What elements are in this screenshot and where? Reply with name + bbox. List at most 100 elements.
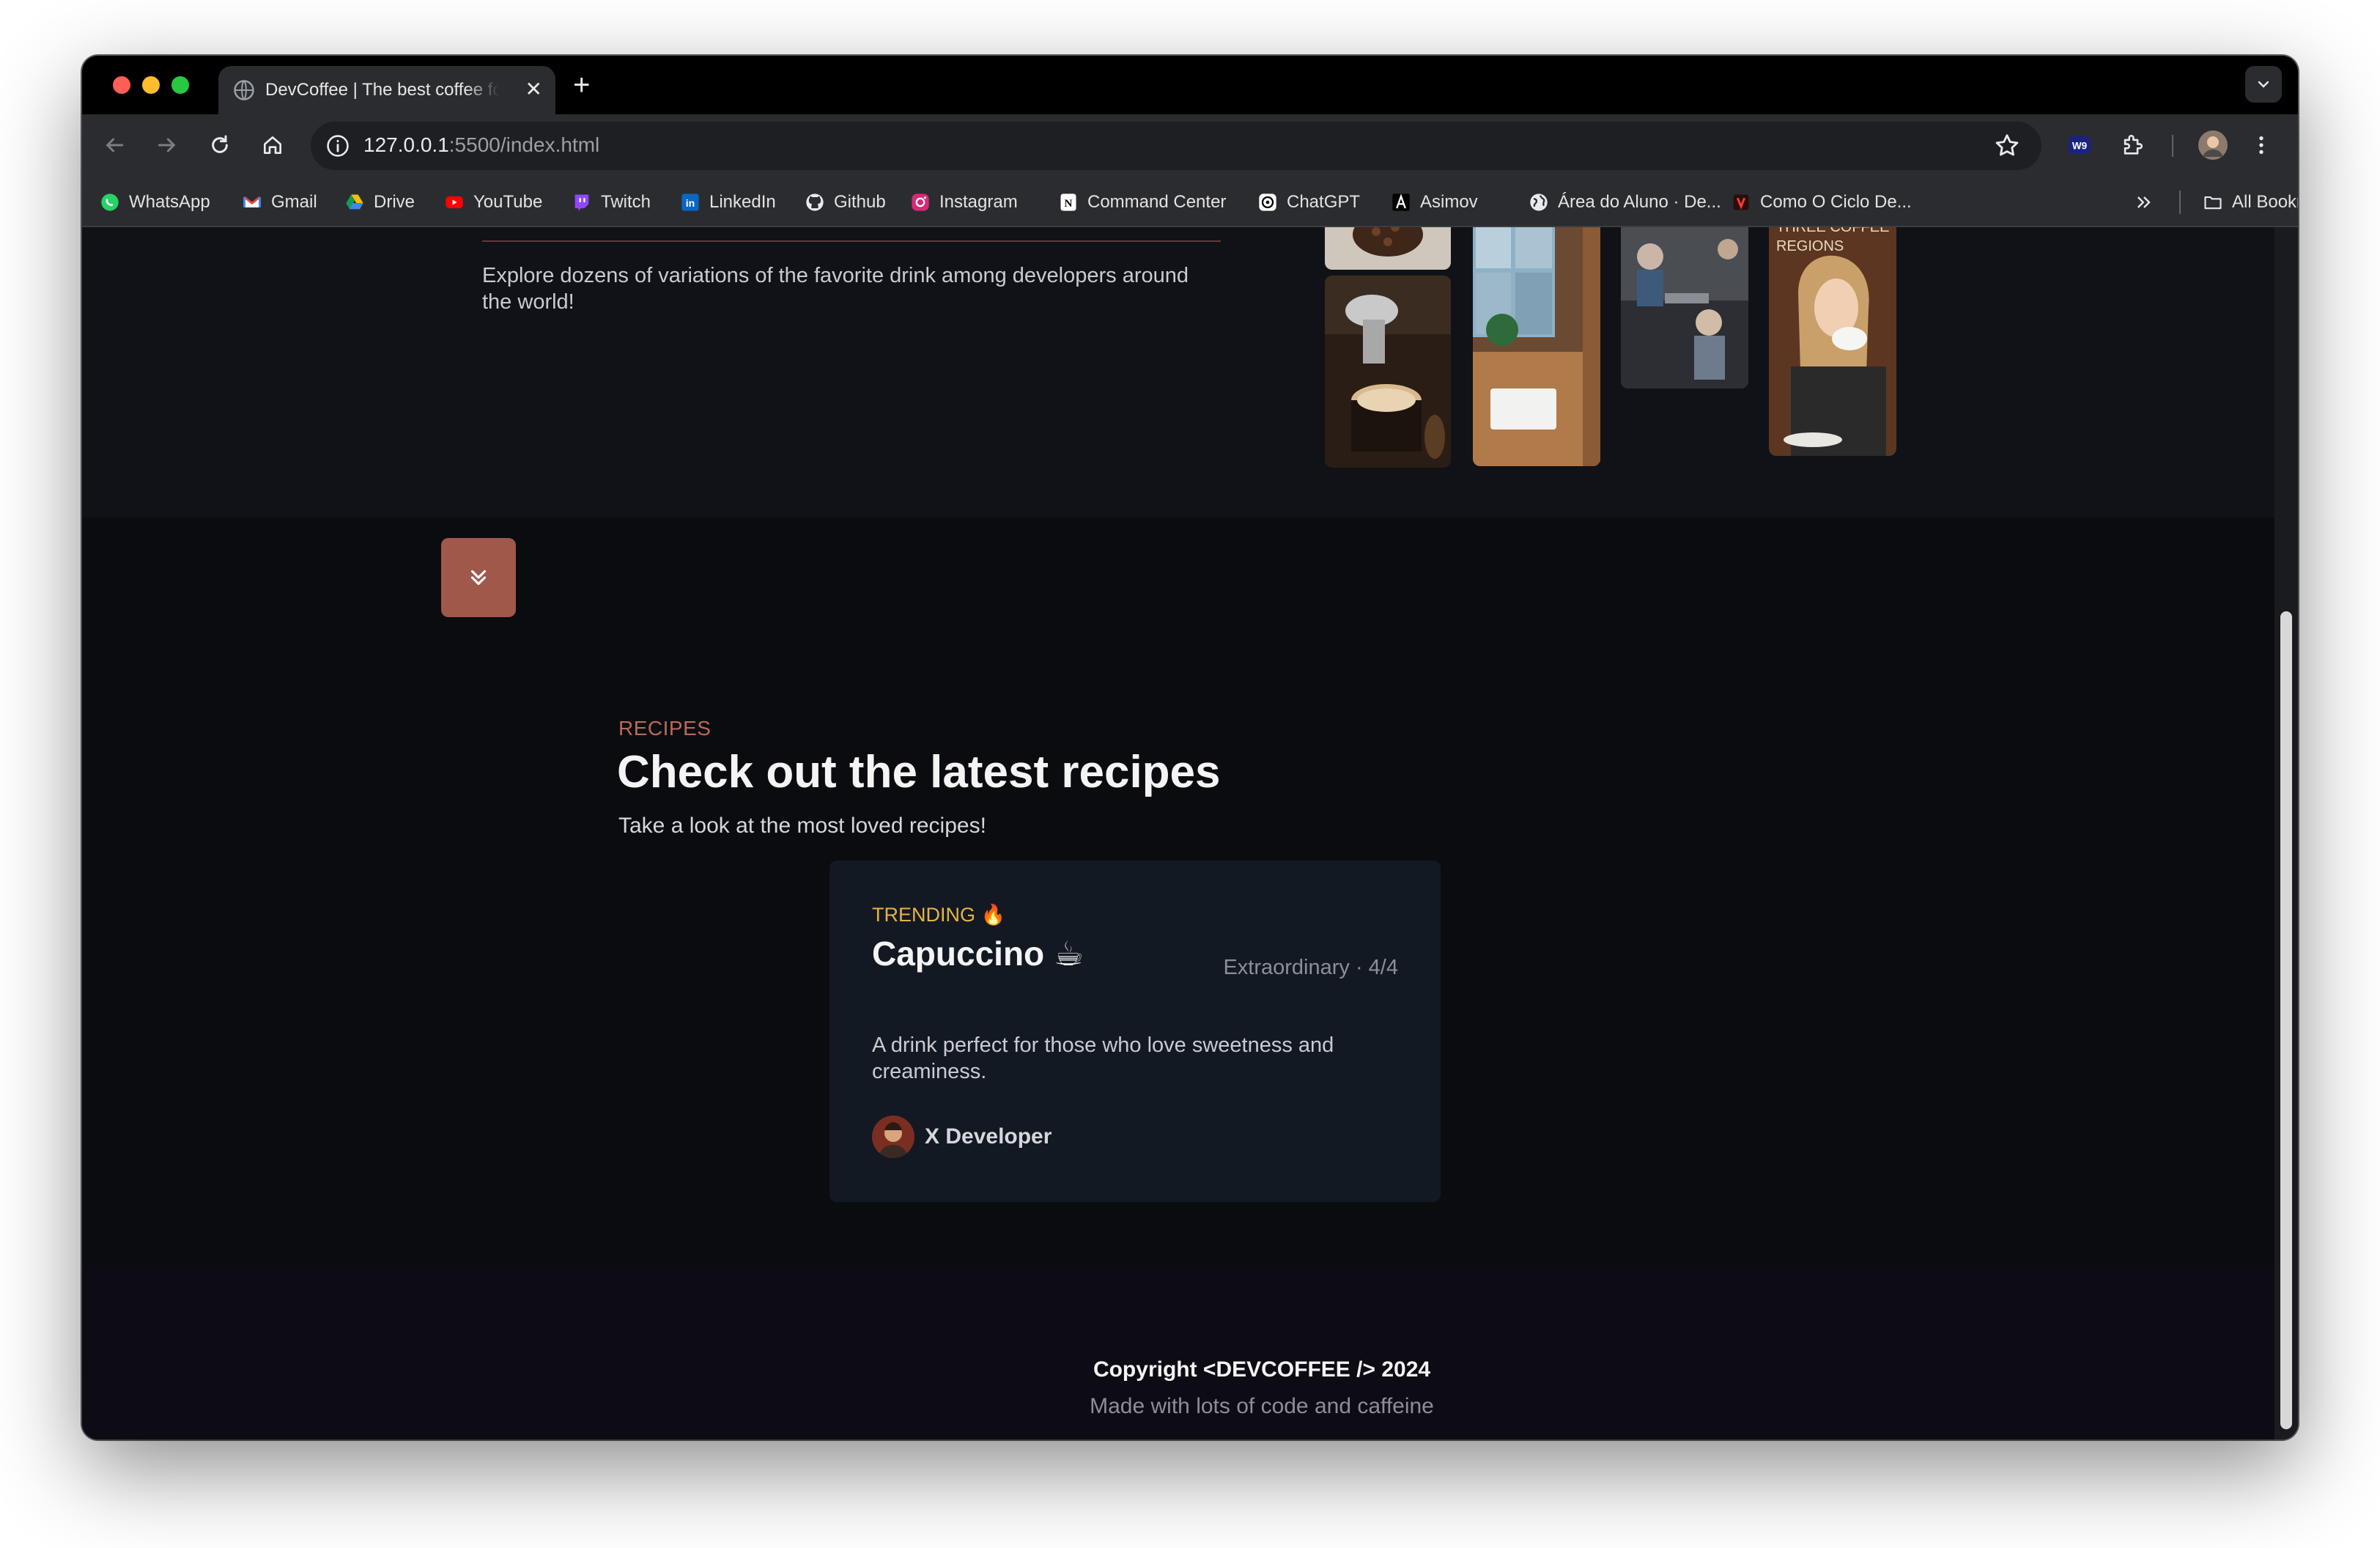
recipe-name: Capuccino ☕	[872, 935, 1084, 973]
bookmark-linkedin[interactable]: in LinkedIn	[680, 189, 776, 215]
bookmarks-divider	[2179, 191, 2181, 214]
folder-icon	[2203, 192, 2223, 213]
profile-button[interactable]	[2197, 129, 2229, 161]
recipe-author[interactable]: X Developer	[872, 1116, 1052, 1158]
back-button[interactable]	[98, 129, 130, 161]
minimize-window-button[interactable]	[142, 76, 160, 94]
github-icon	[805, 192, 825, 213]
bookmark-area-do-aluno[interactable]: Área do Aluno · De...	[1529, 189, 1721, 215]
svg-text:THREE COFFEE: THREE COFFEE	[1776, 227, 1889, 235]
svg-text:in: in	[686, 197, 695, 209]
close-window-button[interactable]	[113, 76, 130, 94]
svg-text:W9: W9	[2072, 140, 2087, 151]
address-bar[interactable]: 127.0.0.1:5500/index.html	[311, 122, 2041, 170]
page-scrollbar[interactable]	[2274, 227, 2298, 1440]
gmail-icon	[242, 192, 262, 213]
hero-description: Explore dozens of variations of the favo…	[482, 264, 1189, 314]
more-bookmarks-button[interactable]	[2134, 189, 2154, 215]
forward-button[interactable]	[151, 129, 183, 161]
new-tab-button[interactable]: +	[573, 69, 590, 101]
url-host: 127.0.0.1	[363, 133, 449, 156]
page-footer: Copyright <DEVCOFFEE /> 2024 Made with l…	[82, 1265, 2274, 1440]
author-name: X Developer	[925, 1124, 1052, 1149]
home-icon	[264, 136, 281, 154]
chevron-down-icon	[2258, 81, 2269, 88]
reload-button[interactable]	[204, 129, 236, 161]
forward-arrow-icon	[158, 138, 176, 152]
tab-devcoffee[interactable]: DevCoffee | The best coffee for develope…	[218, 66, 555, 114]
globe-icon	[234, 80, 254, 100]
avatar	[872, 1116, 914, 1158]
drive-icon	[344, 192, 365, 213]
cafe-window-photo	[1473, 227, 1600, 466]
page-viewport: Explore dozens of variations of the favo…	[82, 227, 2298, 1440]
youtube-icon	[444, 192, 465, 213]
recipes-eyebrow: RECIPES	[618, 717, 712, 740]
all-bookmarks-button[interactable]: All Bookmarks	[2203, 189, 2298, 215]
scrollbar-thumb[interactable]	[2280, 611, 2292, 1429]
home-button[interactable]	[256, 129, 289, 161]
woman-drinking-coffee-photo: THREE COFFEE REGIONS	[1769, 227, 1896, 456]
footer-tagline: Made with lots of code and caffeine	[1090, 1394, 1434, 1418]
coffee-beans-photo	[1325, 227, 1451, 270]
back-arrow-icon	[106, 138, 124, 152]
bookmark-twitch[interactable]: Twitch	[572, 189, 651, 215]
recipes-heading: Check out the latest recipes	[617, 747, 1221, 797]
reload-icon	[212, 135, 228, 153]
latte-art-photo	[1325, 276, 1451, 468]
bookmark-gmail[interactable]: Gmail	[242, 189, 317, 215]
bookmark-drive[interactable]: Drive	[344, 189, 415, 215]
asimov-icon	[1391, 192, 1411, 213]
close-tab-icon[interactable]: ✕	[525, 76, 542, 103]
extensions-button[interactable]	[2116, 129, 2148, 161]
puzzle-icon	[2124, 135, 2143, 155]
hero-divider	[482, 240, 1221, 242]
double-chevron-down-icon	[470, 570, 487, 586]
linkedin-icon: in	[680, 192, 701, 213]
bookmark-command-center[interactable]: N Command Center	[1058, 189, 1226, 215]
scroll-down-button[interactable]	[441, 538, 516, 617]
recipe-card[interactable]: TRENDING 🔥 Capuccino ☕ Extraordinary · 4…	[829, 860, 1441, 1202]
twitch-icon	[572, 192, 592, 213]
bookmark-como-o-ciclo[interactable]: Como O Ciclo De...	[1731, 189, 1912, 215]
tab-title: DevCoffee | The best coffee for develope…	[265, 80, 500, 100]
recipe-description: A drink perfect for those who love sweet…	[872, 1033, 1334, 1083]
double-chevron-right-icon	[2137, 196, 2151, 208]
cafe-interior-photo	[1621, 227, 1748, 388]
bookmark-whatsapp[interactable]: WhatsApp	[100, 189, 210, 215]
svg-text:N: N	[1065, 197, 1073, 210]
bookmark-instagram[interactable]: Instagram	[910, 189, 1018, 215]
instagram-icon	[910, 192, 931, 213]
hero-section: Explore dozens of variations of the favo…	[82, 227, 2274, 517]
profile-avatar-icon	[2198, 130, 2228, 160]
browser-toolbar: 127.0.0.1:5500/index.html W9	[82, 114, 2298, 177]
bookmark-chatgpt[interactable]: ChatGPT	[1257, 189, 1360, 215]
tab-search-button[interactable]	[2245, 66, 2282, 103]
site-icon	[1731, 192, 1751, 213]
bookmark-asimov[interactable]: Asimov	[1391, 189, 1478, 215]
notion-icon: N	[1058, 192, 1079, 213]
recipe-rating: Extraordinary · 4/4	[1223, 956, 1398, 979]
browser-window: DevCoffee | The best coffee for develope…	[82, 56, 2298, 1440]
globe-icon	[1529, 192, 1549, 213]
bookmark-star-icon[interactable]	[1993, 132, 2021, 160]
url-text: 127.0.0.1:5500/index.html	[363, 133, 599, 157]
bookmark-youtube[interactable]: YouTube	[444, 189, 542, 215]
whatsapp-icon	[100, 192, 120, 213]
chatgpt-icon	[1257, 192, 1278, 213]
recipes-subtitle: Take a look at the most loved recipes!	[618, 814, 986, 838]
svg-text:REGIONS: REGIONS	[1776, 238, 1844, 254]
site-info-icon[interactable]	[325, 133, 350, 158]
extension-w-icon: W9	[2069, 136, 2091, 154]
tab-strip: DevCoffee | The best coffee for develope…	[82, 56, 2298, 114]
browser-menu-button[interactable]	[2245, 129, 2277, 161]
maximize-window-button[interactable]	[171, 76, 189, 94]
bookmark-github[interactable]: Github	[805, 189, 886, 215]
footer-copyright: Copyright <DEVCOFFEE /> 2024	[1093, 1357, 1431, 1382]
more-vert-icon	[2259, 136, 2263, 154]
trending-badge: TRENDING 🔥	[872, 904, 1006, 926]
extension-w-button[interactable]: W9	[2063, 129, 2096, 161]
url-path: :5500/index.html	[448, 133, 600, 156]
bookmarks-bar: WhatsApp Gmail Drive YouTube Twitch in L…	[82, 177, 2298, 227]
toolbar-divider	[2172, 135, 2173, 157]
